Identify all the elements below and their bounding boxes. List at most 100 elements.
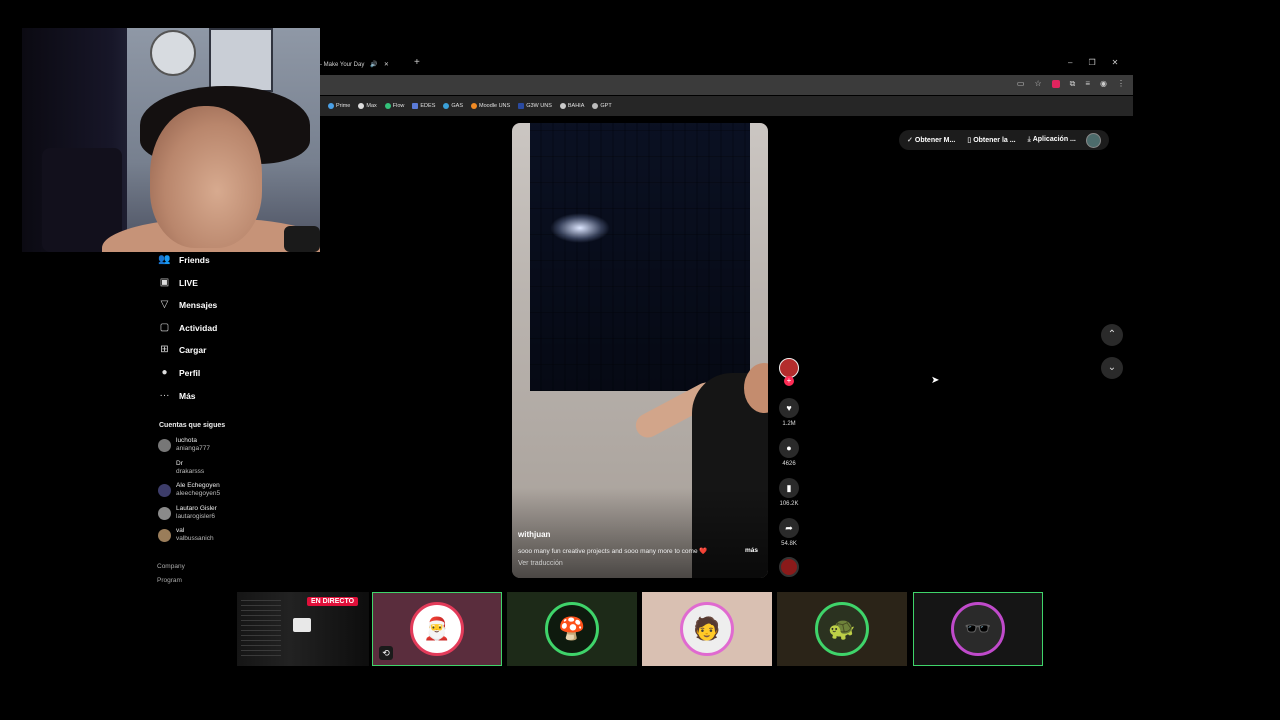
flow-icon: [384, 103, 391, 109]
followed-account[interactable]: Ale Echegoyen aleechegoyen5: [158, 482, 220, 498]
bookmark-icon[interactable]: ▮: [779, 478, 799, 498]
caption-more-link[interactable]: más: [745, 547, 758, 554]
avatar: [158, 438, 171, 452]
record-extension-icon[interactable]: [1051, 80, 1060, 88]
sidebar-item-upload[interactable]: ⊞ Cargar: [158, 344, 206, 355]
followed-account[interactable]: Lautaro Gisler lautarogisler6: [158, 505, 217, 521]
bookmark-star-icon[interactable]: ☆: [1034, 79, 1041, 89]
sidebar-item-messages[interactable]: ▽ Mensajes: [158, 299, 218, 310]
activity-icon: ▢: [159, 322, 170, 333]
follow-plus-icon[interactable]: +: [784, 376, 794, 386]
window-controls: – ❐ ✕: [1068, 58, 1118, 67]
bookmark-moodle[interactable]: Moodle UNS: [471, 103, 510, 109]
top-actions-bar: ✓ Obtener M... ▯ Obtener la ... ⤓ Aplicació…: [899, 130, 1109, 150]
previous-video-button[interactable]: ⌃: [1101, 324, 1123, 346]
cast-icon[interactable]: ▭: [1017, 79, 1025, 89]
address-bar[interactable]: ▭ ☆ ⧉ ≡ ◉ ⋮: [320, 75, 1133, 95]
viewer-tile: 🧑: [642, 592, 772, 666]
masked-avatar: 🕶️: [951, 602, 1005, 656]
more-icon: ···: [159, 390, 170, 401]
g3w-icon: [518, 103, 525, 109]
bookmark-max[interactable]: Max: [358, 103, 377, 109]
screen-share-icon[interactable]: ⟲: [379, 646, 393, 660]
turtle-avatar: 🐢: [815, 602, 869, 656]
live-badge: EN DIRECTO: [307, 597, 359, 606]
viewer-tile: 🕶️: [913, 592, 1043, 666]
video-caption: sooo many fun creative projects and sooo…: [518, 548, 708, 555]
phone-icon: ▯: [967, 137, 972, 144]
moodle-icon: [471, 103, 477, 109]
get-app-button[interactable]: ▯ Obtener la ...: [967, 136, 1015, 144]
save-action[interactable]: ▮ 106.2K: [778, 478, 800, 507]
sidebar-item-activity[interactable]: ▢ Actividad: [158, 322, 218, 333]
upload-icon: ⊞: [160, 344, 169, 355]
new-tab-button[interactable]: +: [414, 57, 420, 68]
edes-icon: [412, 103, 419, 109]
followed-account[interactable]: Dr drakarsss: [158, 460, 204, 476]
chevron-up-icon: ⌃: [1107, 329, 1117, 340]
max-icon: [358, 103, 365, 109]
speaker-icon[interactable]: 🔊: [370, 61, 377, 68]
monitor-icon: [293, 618, 311, 632]
comment-action[interactable]: ● 4626: [778, 438, 800, 467]
mouse-cursor-icon: ➤: [931, 375, 940, 386]
restore-button[interactable]: ❐: [1088, 58, 1095, 67]
profile-avatar-icon: ●: [161, 367, 168, 378]
followed-account[interactable]: val valbussanich: [158, 527, 214, 543]
footer-company-link[interactable]: Company: [157, 563, 185, 570]
share-count: 54.8K: [781, 541, 797, 547]
bookmark-gas[interactable]: GAS: [443, 103, 463, 109]
extensions-icon[interactable]: ⧉: [1070, 79, 1076, 89]
minimize-button[interactable]: –: [1068, 58, 1072, 67]
footer-program-link[interactable]: Program: [157, 577, 182, 584]
prime-icon: [328, 103, 334, 109]
gas-icon: [443, 103, 450, 109]
bahia-icon: [559, 103, 566, 109]
browser-tab[interactable]: - Make Your Day 🔊 ✕: [320, 56, 410, 73]
person-avatar: 🧑: [680, 602, 734, 656]
media-controls-icon[interactable]: ≡: [1085, 79, 1090, 89]
sidebar-item-more[interactable]: ··· Más: [158, 390, 196, 401]
profile-icon[interactable]: ◉: [1100, 79, 1107, 89]
close-tab-icon[interactable]: ✕: [384, 61, 389, 68]
bookmark-bahia[interactable]: BAHIA: [559, 103, 584, 109]
bookmark-prime[interactable]: Prime: [328, 103, 350, 109]
like-action[interactable]: ♥ 1.2M: [778, 398, 800, 427]
creator-avatar[interactable]: [779, 358, 799, 378]
mushroom-avatar: 🍄: [545, 602, 599, 656]
menu-icon[interactable]: ⋮: [1117, 79, 1125, 89]
video-player[interactable]: [512, 123, 768, 578]
user-avatar[interactable]: [1085, 132, 1101, 148]
get-coins-button[interactable]: ✓ Obtener M...: [907, 136, 955, 144]
download-icon: ⤓: [1027, 136, 1031, 143]
gpt-icon: [592, 103, 599, 109]
heart-icon[interactable]: ♥: [779, 398, 799, 418]
close-window-button[interactable]: ✕: [1112, 58, 1119, 67]
avatar: [158, 483, 171, 497]
santa-avatar: 🎅: [410, 602, 464, 656]
share-icon[interactable]: ➦: [779, 518, 799, 538]
sidebar-item-live[interactable]: ▣ LIVE: [158, 277, 198, 288]
check-icon: ✓: [907, 137, 913, 144]
viewer-tile: 🐢: [777, 592, 907, 666]
following-section-title: Cuentas que sigues: [159, 422, 226, 429]
translate-link[interactable]: Ver traducción: [518, 560, 563, 567]
sidebar-item-profile[interactable]: ● Perfil: [158, 367, 200, 378]
desktop-app-button[interactable]: ⤓ Aplicación ...: [1028, 136, 1076, 144]
share-action[interactable]: ➦ 54.8K: [778, 518, 800, 547]
bookmark-flow[interactable]: Flow: [384, 103, 404, 109]
live-icon: ▣: [159, 277, 170, 288]
bookmark-gpt[interactable]: GPT: [592, 103, 612, 109]
comment-icon[interactable]: ●: [779, 438, 799, 458]
messages-icon: ▽: [160, 299, 169, 310]
tab-title: - Make Your Day: [320, 61, 365, 68]
video-author[interactable]: withjuan: [518, 530, 550, 539]
next-video-button[interactable]: ⌄: [1101, 357, 1123, 379]
viewer-tile: 🍄: [507, 592, 637, 666]
music-disc-icon[interactable]: [779, 557, 799, 577]
save-count: 106.2K: [779, 501, 799, 507]
sidebar-item-friends[interactable]: 👥 Friends: [158, 254, 209, 265]
bookmark-g3w[interactable]: G3W UNS: [518, 103, 552, 109]
bookmark-edes[interactable]: EDES: [412, 103, 435, 109]
followed-account[interactable]: luchota anianga777: [158, 437, 210, 453]
